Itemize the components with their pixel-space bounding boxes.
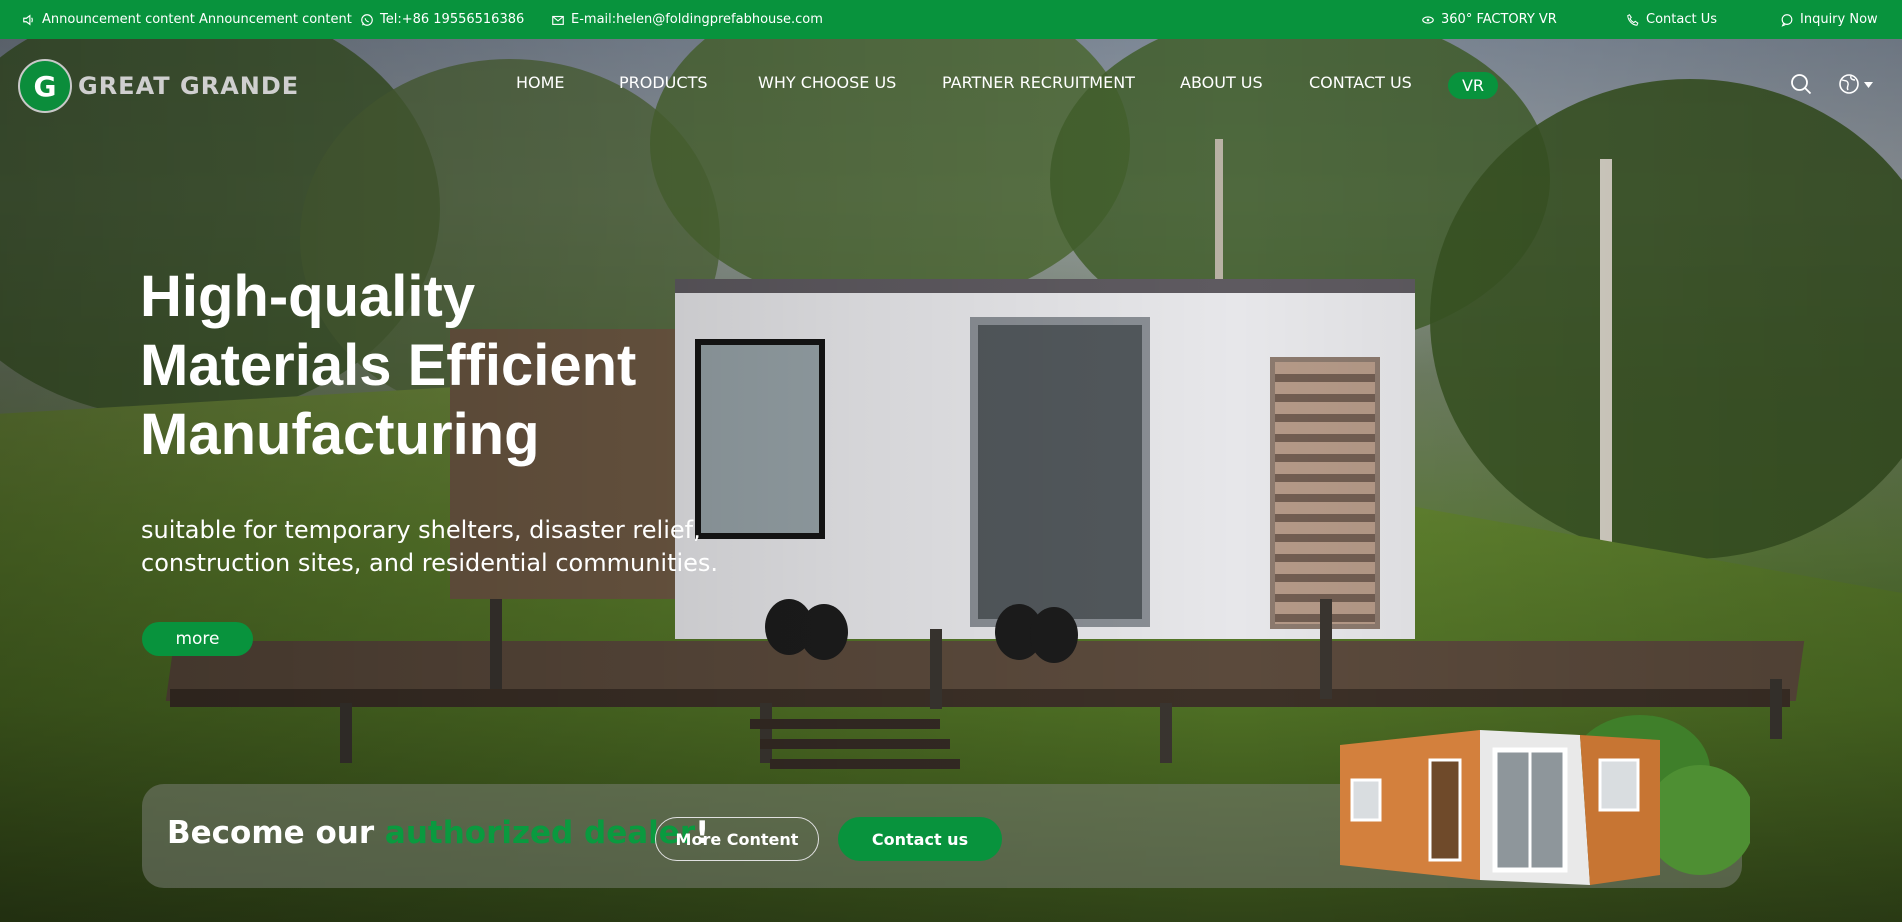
nav-products[interactable]: PRODUCTS: [619, 73, 708, 92]
contact-us-link[interactable]: Contact Us: [1626, 0, 1717, 39]
mail-icon: [552, 15, 564, 25]
nav-about-us[interactable]: ABOUT US: [1180, 73, 1263, 92]
caret-down-icon[interactable]: [1864, 82, 1873, 88]
dealer-highlight: authorized dealer: [384, 815, 696, 851]
nav-vr-button[interactable]: VR: [1448, 72, 1498, 99]
more-button[interactable]: more: [142, 622, 253, 656]
contact-us-button[interactable]: Contact us: [838, 817, 1002, 861]
top-bar: Announcement content Announcement conten…: [0, 0, 1902, 39]
whatsapp-icon: [361, 13, 373, 26]
email-text: E-mail:helen@foldingprefabhouse.com: [571, 12, 823, 27]
factory-vr-text: 360° FACTORY VR: [1441, 12, 1557, 27]
mini-house-image: [1340, 715, 1750, 885]
factory-vr-link[interactable]: 360° FACTORY VR: [1421, 0, 1557, 39]
inquiry-now-link[interactable]: Inquiry Now: [1780, 0, 1878, 39]
tel-link[interactable]: Tel:+86 19556516386: [360, 0, 524, 39]
hero-headline: High-quality Materials Efficient Manufac…: [140, 262, 760, 469]
headline-line: Manufacturing: [140, 402, 540, 467]
nav-contact-us[interactable]: CONTACT US: [1309, 73, 1412, 92]
chat-icon: [1781, 13, 1793, 27]
logo-text: GREAT GRANDE: [78, 72, 300, 100]
globe-icon[interactable]: [1838, 73, 1860, 95]
hero-subtitle: suitable for temporary shelters, disaste…: [141, 516, 719, 577]
announcement-text: Announcement content Announcement conten…: [42, 12, 352, 27]
phone-icon: [1627, 13, 1639, 26]
contact-us-text: Contact Us: [1646, 12, 1717, 27]
nav-partner-recruitment[interactable]: PARTNER RECRUITMENT: [942, 73, 1135, 92]
logo[interactable]: G GREAT GRANDE: [18, 59, 299, 113]
logo-mark: G: [18, 59, 72, 113]
more-content-button[interactable]: More Content: [655, 817, 819, 861]
inquiry-now-text: Inquiry Now: [1800, 12, 1878, 27]
tel-text: Tel:+86 19556516386: [380, 12, 525, 27]
nav-home[interactable]: HOME: [516, 73, 565, 92]
announcement[interactable]: Announcement content Announcement conten…: [22, 0, 352, 39]
nav-why-choose-us[interactable]: WHY CHOOSE US: [758, 73, 896, 92]
headline-line: Materials Efficient: [140, 333, 637, 398]
headline-line: High-quality: [140, 264, 476, 329]
dealer-prefix: Become our: [167, 815, 385, 851]
search-icon[interactable]: [1790, 73, 1812, 95]
email-link[interactable]: E-mail:helen@foldingprefabhouse.com: [551, 0, 823, 39]
speaker-icon: [23, 13, 33, 26]
dealer-headline: Become our authorized dealer!: [167, 815, 709, 851]
vr-eye-icon: [1422, 15, 1434, 24]
